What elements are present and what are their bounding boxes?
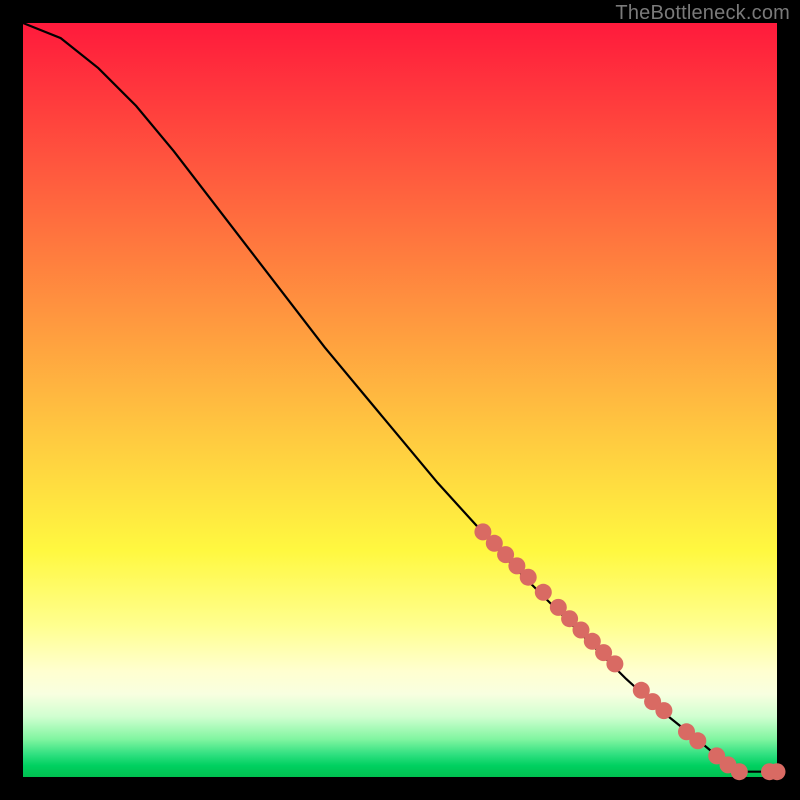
data-marker: [655, 702, 672, 719]
data-marker: [731, 763, 748, 780]
data-marker: [769, 763, 786, 780]
data-marker: [606, 655, 623, 672]
data-marker: [520, 569, 537, 586]
data-marker: [689, 732, 706, 749]
chart-plot: [23, 23, 777, 777]
marker-group: [474, 523, 785, 780]
curve-line: [23, 23, 777, 772]
data-marker: [535, 584, 552, 601]
watermark-label: TheBottleneck.com: [615, 2, 790, 25]
